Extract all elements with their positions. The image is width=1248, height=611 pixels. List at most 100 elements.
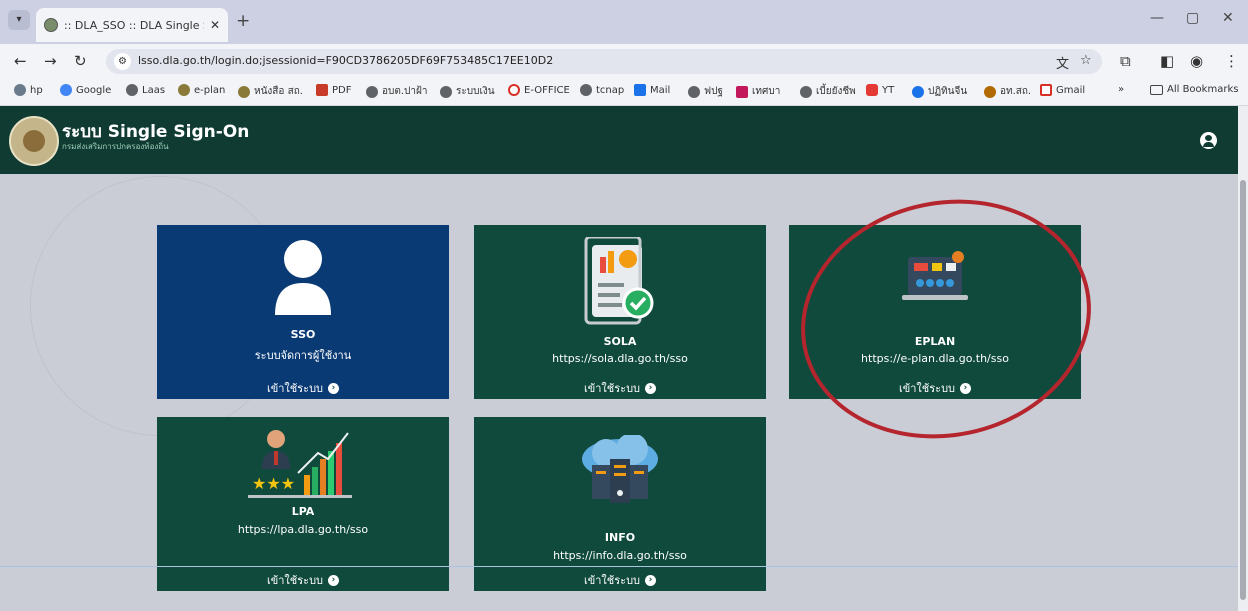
scrollbar-thumb[interactable] <box>1240 180 1246 600</box>
bookmark-label: อบต.ปาฝ้า <box>382 86 428 97</box>
bookmark-label: e-plan <box>194 84 226 96</box>
more-bookmarks-button[interactable]: » <box>1118 84 1124 95</box>
bookmark-item[interactable]: ฟปฐ <box>688 84 723 99</box>
bookmark-favicon-icon <box>984 85 996 98</box>
enter-system-link[interactable]: เข้าใช้ระบบ › <box>157 379 449 397</box>
bookmark-item[interactable]: tcnap <box>580 84 624 96</box>
site-info-icon[interactable]: ⚙ <box>114 53 131 70</box>
bookmark-item[interactable]: อท.สถ. <box>984 84 1031 99</box>
reload-button[interactable]: ↻ <box>74 52 87 70</box>
bookmark-item[interactable]: หนังสือ สถ. <box>238 84 303 99</box>
tab-strip: ▾ :: DLA_SSO :: DLA Single Sign-On ✕ + —… <box>0 0 1248 44</box>
eoffice-icon <box>508 84 520 96</box>
folder-icon <box>1150 84 1163 95</box>
bookmark-item[interactable]: เทศบา <box>736 84 780 99</box>
bookmark-label: PDF <box>332 84 352 96</box>
app-header: ระบบ Single Sign-On กรมส่งเสริมการปกครอง… <box>0 106 1238 174</box>
bookmark-item[interactable]: Mail <box>634 84 670 96</box>
enter-system-link[interactable]: เข้าใช้ระบบ › <box>157 571 449 589</box>
bookmark-label: All Bookmarks <box>1167 84 1239 95</box>
bookmark-item[interactable]: ปฏิทินจีน <box>912 84 967 99</box>
enter-label: เข้าใช้ระบบ <box>583 382 641 395</box>
bookmark-label: YT <box>882 84 895 96</box>
bookmark-favicon-icon <box>688 85 700 98</box>
bookmark-item[interactable]: E-OFFICE <box>508 84 570 96</box>
tab-title: :: DLA_SSO :: DLA Single Sign-On <box>64 18 204 32</box>
bookmark-favicon-icon <box>366 85 378 98</box>
card-url: https://sola.dla.go.th/sso <box>552 352 688 365</box>
arrow-circle-icon: › <box>645 382 657 394</box>
card-name: SSO <box>290 328 316 341</box>
enter-label: เข้าใช้ระบบ <box>583 574 641 587</box>
card-sola[interactable]: SOLA https://sola.dla.go.th/sso เข้าใช้ร… <box>474 225 766 399</box>
tab-close-icon[interactable]: ✕ <box>210 18 220 32</box>
bookmark-label: E-OFFICE <box>524 84 570 96</box>
bookmark-item[interactable]: เบี้ยยังชีพ <box>800 84 856 99</box>
bookmark-favicon-icon <box>14 84 26 96</box>
bookmark-label: Gmail <box>1056 84 1086 96</box>
bookmark-label: Google <box>76 84 112 96</box>
bookmark-label: หนังสือ สถ. <box>254 86 303 97</box>
card-sso[interactable]: SSO ระบบจัดการผู้ใช้งาน เข้าใช้ระบบ › <box>157 225 449 399</box>
forward-button[interactable]: → <box>44 52 57 70</box>
red-highlight-circle <box>778 173 1114 465</box>
bookmark-item[interactable]: Google <box>60 84 111 96</box>
user-account-icon[interactable] <box>1200 132 1217 149</box>
bookmark-item[interactable]: ระบบเงิน <box>440 84 495 99</box>
bookmark-item[interactable]: hp <box>14 84 43 96</box>
bookmark-label: อท.สถ. <box>1000 86 1032 97</box>
card-url: https://lpa.dla.go.th/sso <box>237 523 369 536</box>
side-panel-icon[interactable]: ◧ <box>1160 52 1174 70</box>
cloud-server-icon <box>582 435 658 503</box>
menu-icon[interactable]: ⋮ <box>1224 52 1239 70</box>
card-url: https://info.dla.go.th/sso <box>553 549 687 562</box>
google-icon <box>60 84 72 96</box>
bookmark-favicon-icon <box>800 85 812 98</box>
bookmark-label: ปฏิทินจีน <box>928 86 968 97</box>
bookmark-item[interactable]: Gmail <box>1040 84 1085 96</box>
bookmark-item[interactable]: PDF <box>316 84 351 96</box>
arrow-circle-icon: › <box>645 574 657 586</box>
arrow-circle-icon: › <box>328 382 340 394</box>
window-close-button[interactable]: ✕ <box>1222 10 1234 26</box>
bookmark-label: เบี้ยยังชีพ <box>816 86 856 97</box>
bookmark-label: tcnap <box>596 84 625 96</box>
bookmark-item[interactable]: อบต.ปาฝ้า <box>366 84 427 99</box>
card-info[interactable]: INFO https://info.dla.go.th/sso เข้าใช้ร… <box>474 417 766 591</box>
arrow-circle-icon: › <box>328 574 340 586</box>
all-bookmarks-button[interactable]: All Bookmarks <box>1150 84 1238 95</box>
bookmark-label: Laas <box>142 84 166 96</box>
bookmark-label: » <box>1118 84 1125 95</box>
bookmark-item[interactable]: e-plan <box>178 84 225 96</box>
svg-text:★★★: ★★★ <box>252 474 295 493</box>
bookmark-label: ฟปฐ <box>704 86 723 97</box>
scan-artifact-line <box>0 566 1238 567</box>
web-page: ระบบ Single Sign-On กรมส่งเสริมการปกครอง… <box>0 106 1238 611</box>
bookmark-label: Mail <box>650 84 671 96</box>
back-button[interactable]: ← <box>14 52 27 70</box>
extensions-icon[interactable]: ⧉ <box>1120 52 1131 70</box>
bookmarks-bar: hp Google Laas e-plan หนังสือ สถ. PDF อบ… <box>0 78 1248 106</box>
bookmark-item[interactable]: YT <box>866 84 894 96</box>
card-name: INFO <box>604 531 636 544</box>
url-text[interactable]: lsso.dla.go.th/login.do;jsessionid=F90CD… <box>138 54 553 67</box>
user-silhouette-icon <box>275 240 331 315</box>
bookmark-label: ระบบเงิน <box>456 86 495 97</box>
bookmark-star-icon[interactable]: ☆ <box>1080 53 1092 68</box>
translate-icon[interactable]: 文 <box>1056 53 1069 72</box>
bookmark-item[interactable]: Laas <box>126 84 165 96</box>
minimize-button[interactable]: — <box>1150 10 1164 26</box>
new-tab-button[interactable]: + <box>236 11 250 31</box>
tab-search-button[interactable]: ▾ <box>8 10 30 30</box>
enter-system-link[interactable]: เข้าใช้ระบบ › <box>474 571 766 589</box>
enter-system-link[interactable]: เข้าใช้ระบบ › <box>474 379 766 397</box>
dla-seal-logo <box>9 116 59 166</box>
card-lpa[interactable]: ★★★ LPA https://lpa.dla.go.th/sso เข้าใช… <box>157 417 449 591</box>
screenshot: ▾ :: DLA_SSO :: DLA Single Sign-On ✕ + —… <box>0 0 1248 611</box>
profile-avatar-icon[interactable]: ◉ <box>1190 52 1203 70</box>
browser-tab[interactable]: :: DLA_SSO :: DLA Single Sign-On ✕ <box>36 8 228 42</box>
card-name: LPA <box>291 505 315 518</box>
pdf-icon <box>316 84 328 96</box>
address-bar[interactable]: ⚙ lsso.dla.go.th/login.do;jsessionid=F90… <box>106 49 1102 74</box>
maximize-button[interactable]: ▢ <box>1186 10 1199 26</box>
